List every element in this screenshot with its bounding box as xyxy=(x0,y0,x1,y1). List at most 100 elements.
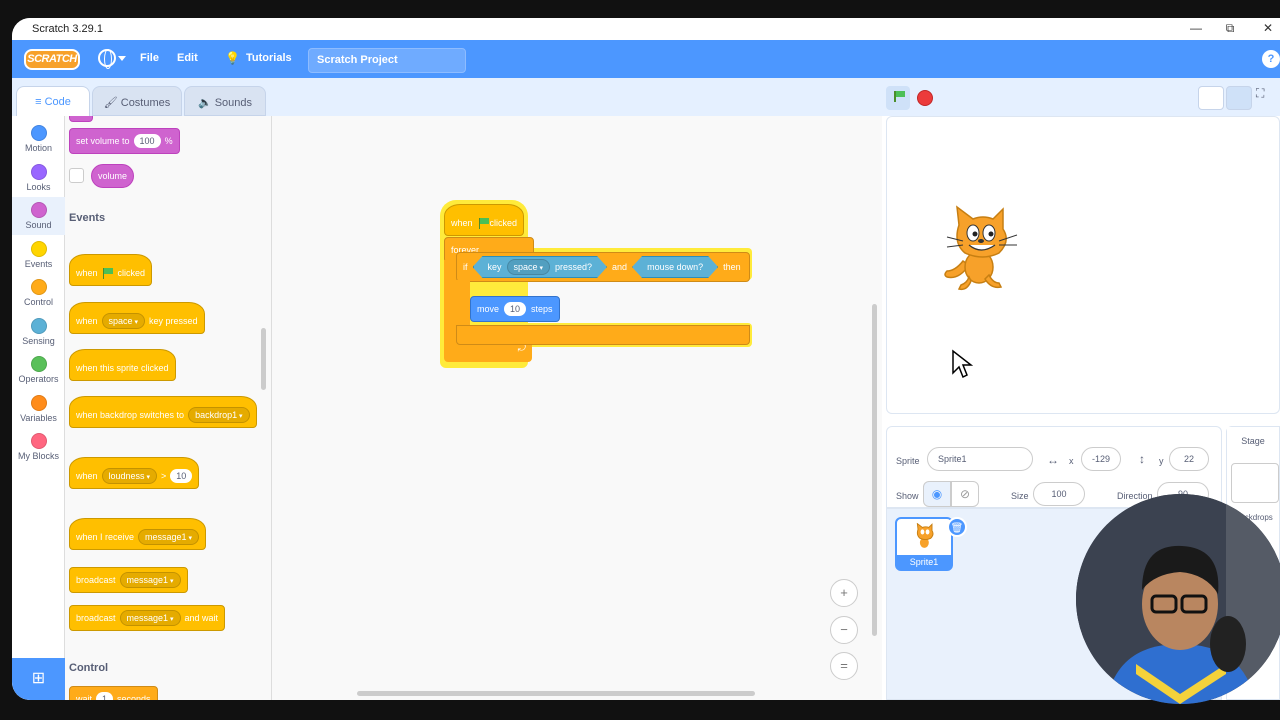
script-area[interactable]: when clicked forever ⤾ if key space pres… xyxy=(272,116,882,700)
edit-menu[interactable]: Edit xyxy=(177,52,198,64)
category-dot-icon xyxy=(30,202,47,218)
steps-input[interactable]: 10 xyxy=(504,302,527,316)
when-loudness-block[interactable]: when loudness > 10 xyxy=(69,457,200,489)
vertical-scrollbar[interactable] xyxy=(872,304,877,636)
category-sound[interactable]: Sound xyxy=(12,197,65,235)
close-button[interactable]: ✕ xyxy=(1258,21,1278,35)
stage-canvas[interactable] xyxy=(886,116,1280,414)
lightbulb-icon[interactable]: 💡 xyxy=(225,51,240,65)
category-dot-icon xyxy=(30,394,47,411)
if-footer xyxy=(456,325,750,345)
cat-thumbnail-icon xyxy=(916,523,934,548)
file-menu[interactable]: File xyxy=(140,52,159,64)
project-title-input[interactable]: Scratch Project xyxy=(308,48,466,73)
scratch-logo[interactable]: SCRATCH xyxy=(24,49,80,70)
message-dropdown[interactable]: message1 xyxy=(119,610,181,626)
stage-thumbnail[interactable] xyxy=(1231,463,1279,503)
normal-stage-button[interactable] xyxy=(1226,86,1252,110)
x-input[interactable]: -129 xyxy=(1081,447,1121,471)
loudness-input[interactable]: 10 xyxy=(170,469,193,483)
zoom-reset-button[interactable]: = xyxy=(830,652,858,680)
window-title: Scratch 3.29.1 xyxy=(32,23,103,35)
category-variables[interactable]: Variables xyxy=(12,390,65,428)
tutorials-menu[interactable]: Tutorials xyxy=(246,52,292,64)
block-text: when backdrop switches to xyxy=(76,410,185,420)
when-backdrop-switches-block[interactable]: when backdrop switches to backdrop1 xyxy=(69,396,257,428)
maximize-button[interactable]: ⧉ xyxy=(1220,21,1240,36)
hide-icon[interactable]: ⊘ xyxy=(951,481,979,507)
block-text: broadcast xyxy=(76,575,116,585)
show-visible-icon[interactable]: ◉ xyxy=(923,481,951,507)
category-dot-icon xyxy=(30,279,47,295)
message-dropdown[interactable]: message1 xyxy=(138,529,200,545)
size-input[interactable]: 100 xyxy=(1033,482,1085,506)
block-text: steps xyxy=(531,304,553,314)
fullscreen-icon[interactable]: ⛶ xyxy=(1256,86,1280,110)
help-icon[interactable]: ? xyxy=(1262,50,1280,68)
horizontal-scrollbar[interactable] xyxy=(357,691,755,696)
if-then-block[interactable]: if key space pressed? and mouse down? th… xyxy=(456,252,750,282)
palette-scrollbar[interactable] xyxy=(261,328,266,390)
category-label: My Blocks xyxy=(17,451,59,461)
zoom-in-button[interactable]: + xyxy=(830,579,858,607)
loudness-dropdown[interactable]: loudness xyxy=(101,468,158,484)
when-i-receive-block[interactable]: when I receive message1 xyxy=(69,518,207,550)
tab-costumes[interactable]: 🖌 Costumes xyxy=(92,86,182,116)
category-operators[interactable]: Operators xyxy=(12,351,65,389)
when-sprite-clicked-block[interactable]: when this sprite clicked xyxy=(69,349,176,381)
when-flag-clicked-hat[interactable]: when clicked xyxy=(444,204,524,236)
move-steps-block[interactable]: move 10 steps xyxy=(470,296,560,322)
category-control[interactable]: Control xyxy=(12,274,65,312)
stop-button[interactable] xyxy=(917,90,933,106)
wait-input[interactable]: 1 xyxy=(96,692,114,700)
tab-sounds[interactable]: 🔈 Sounds xyxy=(184,86,266,116)
block-text: when I receive xyxy=(76,532,135,542)
volume-input[interactable]: 100 xyxy=(133,134,161,148)
green-flag-button[interactable] xyxy=(886,86,910,110)
tab-code[interactable]: ≡ Code xyxy=(16,86,90,116)
code-icon: ≡ xyxy=(35,96,45,108)
key-dropdown[interactable]: space xyxy=(507,259,551,275)
sound-block-partial[interactable] xyxy=(69,116,93,122)
script-stack[interactable]: when clicked forever ⤾ if key space pres… xyxy=(440,200,762,368)
message-dropdown[interactable]: message1 xyxy=(119,572,181,588)
mouse-down-boolean[interactable]: mouse down? xyxy=(632,256,718,278)
key-pressed-boolean[interactable]: key space pressed? xyxy=(473,256,608,278)
cat-sprite[interactable] xyxy=(939,205,1023,293)
small-stage-button[interactable] xyxy=(1198,86,1224,110)
broadcast-and-wait-block[interactable]: broadcast message1 and wait xyxy=(69,605,226,631)
sprite-name-input[interactable]: Sprite1 xyxy=(927,447,1033,471)
green-flag-icon xyxy=(478,217,489,229)
zoom-out-button[interactable]: − xyxy=(830,616,858,644)
category-motion[interactable]: Motion xyxy=(12,120,65,158)
sprite-thumbnail[interactable]: Sprite1 🗑 xyxy=(895,517,967,571)
y-input[interactable]: 22 xyxy=(1169,447,1209,471)
person-image xyxy=(1076,494,1280,704)
trash-icon[interactable]: 🗑 xyxy=(947,517,967,537)
broadcast-block[interactable]: broadcast message1 xyxy=(69,567,188,593)
wait-block[interactable]: wait 1 seconds xyxy=(69,686,158,700)
when-flag-clicked-block[interactable]: when clicked xyxy=(69,254,153,286)
x-label: x xyxy=(1069,456,1074,466)
category-events[interactable]: Events xyxy=(12,236,65,274)
tab-costumes-label: Costumes xyxy=(120,97,171,109)
chevron-down-icon[interactable] xyxy=(118,56,126,61)
y-label: y xyxy=(1159,456,1164,466)
category-my-blocks[interactable]: My Blocks xyxy=(12,428,65,466)
key-dropdown[interactable]: space xyxy=(101,313,146,329)
sprite-label: Sprite xyxy=(896,456,920,466)
category-looks[interactable]: Looks xyxy=(12,159,65,197)
set-volume-block[interactable]: set volume to 100 % xyxy=(69,128,180,154)
minimize-button[interactable]: — xyxy=(1186,21,1206,35)
size-label: Size xyxy=(1011,491,1029,501)
backdrop-dropdown[interactable]: backdrop1 xyxy=(188,407,250,423)
volume-checkbox[interactable] xyxy=(69,168,84,183)
add-extension-button[interactable]: ⊞ xyxy=(12,658,65,700)
volume-reporter[interactable]: volume xyxy=(91,164,135,188)
category-dot-icon xyxy=(30,317,47,334)
category-dot-icon xyxy=(30,240,47,257)
stage-label: Stage xyxy=(1227,427,1279,455)
category-sensing[interactable]: Sensing xyxy=(12,313,65,351)
globe-icon[interactable] xyxy=(98,49,116,69)
when-key-pressed-block[interactable]: when space key pressed xyxy=(69,302,205,334)
